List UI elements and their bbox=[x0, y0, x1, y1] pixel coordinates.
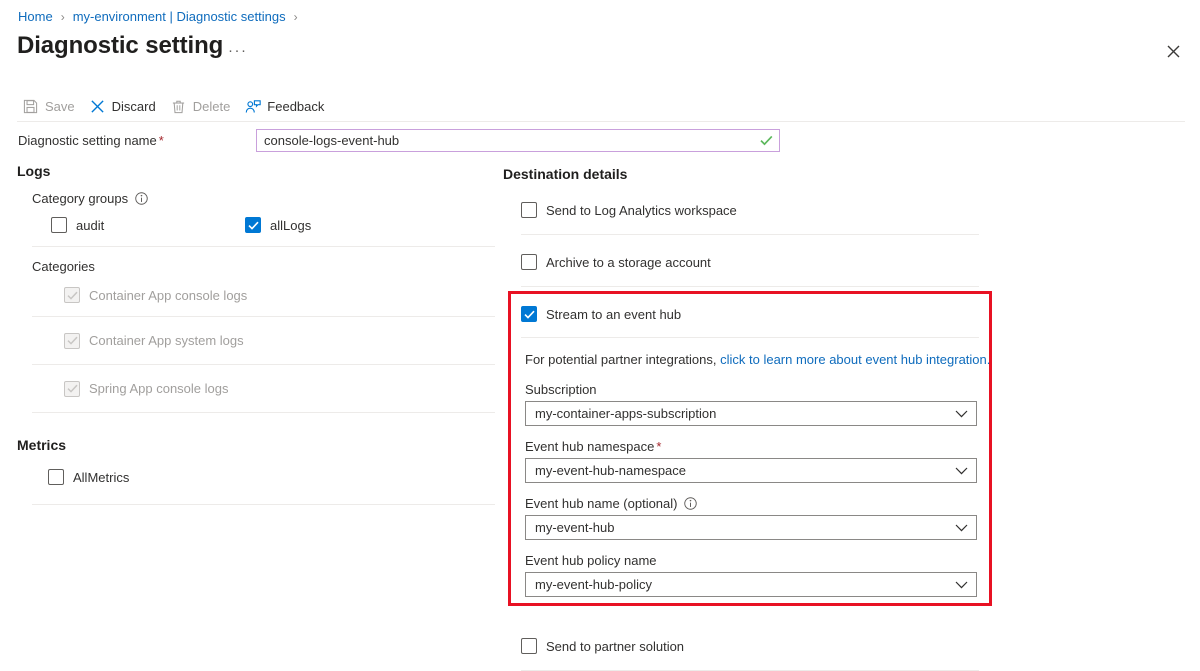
alllogs-label: allLogs bbox=[270, 217, 312, 233]
container-app-console-logs-label: Container App console logs bbox=[89, 287, 248, 303]
info-icon[interactable] bbox=[683, 497, 697, 511]
chevron-down-icon bbox=[955, 467, 968, 475]
checkmark-icon bbox=[760, 135, 773, 146]
allmetrics-label: AllMetrics bbox=[73, 469, 130, 485]
container-app-system-logs-checkbox bbox=[64, 332, 80, 349]
checkbox-container-app-system-logs: Container App system logs bbox=[64, 317, 495, 364]
partner-integration-note: For potential partner integrations, clic… bbox=[525, 352, 993, 367]
field-event-hub-policy-name: Event hub policy name my-event-hub-polic… bbox=[525, 553, 993, 597]
container-app-console-logs-checkbox bbox=[64, 287, 80, 303]
category-groups-label: Category groups bbox=[32, 191, 495, 206]
page-title: Diagnostic setting bbox=[17, 32, 224, 59]
command-bar-divider bbox=[17, 121, 1185, 122]
close-icon[interactable] bbox=[1160, 38, 1186, 64]
checkbox-spring-app-console-logs: Spring App console logs bbox=[64, 365, 495, 412]
divider bbox=[521, 337, 979, 338]
container-app-system-logs-label: Container App system logs bbox=[89, 333, 244, 348]
allmetrics-checkbox[interactable] bbox=[48, 469, 64, 485]
storage-account-label: Archive to a storage account bbox=[546, 254, 711, 270]
subscription-dropdown[interactable]: my-container-apps-subscription bbox=[525, 401, 977, 426]
alllogs-checkbox[interactable] bbox=[245, 217, 261, 233]
command-bar: Save Discard Delete Feedback bbox=[0, 93, 1200, 120]
divider bbox=[32, 504, 495, 505]
spring-app-console-logs-checkbox bbox=[64, 380, 80, 397]
event-hub-name-value: my-event-hub bbox=[535, 520, 615, 535]
field-event-hub-namespace: Event hub namespace * my-event-hub-namesp… bbox=[525, 439, 993, 483]
logs-metrics-column: Logs Category groups audit allLogs Categ… bbox=[17, 163, 495, 505]
event-hub-policy-name-dropdown[interactable]: my-event-hub-policy bbox=[525, 572, 977, 597]
checkbox-partner-solution[interactable]: Send to partner solution bbox=[521, 630, 993, 662]
event-hub-namespace-value: my-event-hub-namespace bbox=[535, 463, 687, 478]
event-hub-namespace-dropdown[interactable]: my-event-hub-namespace bbox=[525, 458, 977, 483]
log-analytics-label: Send to Log Analytics workspace bbox=[546, 202, 737, 218]
breadcrumb-separator-icon: › bbox=[293, 9, 298, 24]
required-marker: * bbox=[656, 439, 662, 454]
audit-label: audit bbox=[76, 217, 105, 233]
partner-note-text: For potential partner integrations, bbox=[525, 352, 721, 367]
divider bbox=[32, 246, 495, 247]
field-event-hub-name: Event hub name (optional) my-event-hub bbox=[525, 496, 993, 540]
checkbox-container-app-console-logs: Container App console logs bbox=[64, 274, 495, 316]
category-groups-row: audit allLogs bbox=[51, 208, 495, 242]
discard-label: Discard bbox=[111, 99, 156, 114]
checkbox-alllogs[interactable]: allLogs bbox=[245, 208, 311, 242]
logs-section-title: Logs bbox=[17, 163, 51, 179]
stream-event-hub-label: Stream to an event hub bbox=[546, 306, 682, 322]
spring-app-console-logs-label: Spring App console logs bbox=[89, 381, 229, 396]
feedback-button[interactable]: Feedback bbox=[244, 93, 324, 120]
diagnostic-setting-name-value[interactable] bbox=[264, 133, 760, 148]
audit-checkbox[interactable] bbox=[51, 217, 67, 233]
stream-event-hub-checkbox[interactable] bbox=[521, 306, 537, 322]
feedback-icon bbox=[244, 98, 261, 115]
more-options-button[interactable]: ··· bbox=[228, 42, 248, 59]
event-hub-integration-link[interactable]: click to learn more about event hub inte… bbox=[720, 352, 990, 367]
diagnostic-setting-name-label: Diagnostic setting name * bbox=[18, 133, 164, 148]
partner-solution-label: Send to partner solution bbox=[546, 638, 685, 654]
divider bbox=[521, 286, 979, 287]
subscription-label: Subscription bbox=[525, 382, 597, 397]
checkbox-stream-event-hub[interactable]: Stream to an event hub bbox=[521, 298, 993, 330]
breadcrumb-item-environment[interactable]: my-environment | Diagnostic settings bbox=[73, 9, 286, 24]
chevron-down-icon bbox=[955, 581, 968, 589]
chevron-down-icon bbox=[955, 410, 968, 418]
partner-solution-checkbox[interactable] bbox=[521, 638, 537, 654]
save-button: Save bbox=[22, 93, 75, 120]
divider bbox=[32, 412, 495, 413]
checkbox-audit[interactable]: audit bbox=[51, 208, 245, 242]
save-icon bbox=[22, 98, 39, 115]
delete-label: Delete bbox=[192, 99, 231, 114]
stream-to-event-hub-section: Stream to an event hub For potential par… bbox=[503, 298, 993, 597]
checkbox-storage-account[interactable]: Archive to a storage account bbox=[521, 246, 993, 278]
divider bbox=[521, 234, 979, 235]
breadcrumb-item-home[interactable]: Home bbox=[18, 9, 53, 24]
event-hub-namespace-label: Event hub namespace * bbox=[525, 439, 662, 454]
metrics-section-title: Metrics bbox=[17, 437, 67, 453]
subscription-value: my-container-apps-subscription bbox=[535, 406, 717, 421]
diagnostic-setting-name-input[interactable] bbox=[256, 129, 780, 152]
breadcrumb-separator-icon: › bbox=[60, 9, 65, 24]
delete-button: Delete bbox=[170, 93, 231, 120]
categories-label: Categories bbox=[32, 259, 95, 274]
chevron-down-icon bbox=[955, 524, 968, 532]
info-icon[interactable] bbox=[134, 192, 148, 206]
checkbox-allmetrics[interactable]: AllMetrics bbox=[48, 461, 495, 493]
field-subscription: Subscription my-container-apps-subscript… bbox=[525, 382, 993, 426]
event-hub-name-label: Event hub name (optional) bbox=[525, 496, 993, 511]
event-hub-policy-name-value: my-event-hub-policy bbox=[535, 577, 653, 592]
destination-details-title: Destination details bbox=[503, 166, 628, 182]
storage-account-checkbox[interactable] bbox=[521, 254, 537, 270]
delete-icon bbox=[170, 98, 187, 115]
breadcrumb: Home › my-environment | Diagnostic setti… bbox=[18, 9, 306, 24]
checkbox-log-analytics[interactable]: Send to Log Analytics workspace bbox=[521, 194, 993, 226]
save-label: Save bbox=[45, 99, 75, 114]
log-analytics-checkbox[interactable] bbox=[521, 202, 537, 218]
feedback-label: Feedback bbox=[267, 99, 325, 114]
event-hub-name-dropdown[interactable]: my-event-hub bbox=[525, 515, 977, 540]
destination-details-column: Destination details Send to Log Analytic… bbox=[503, 166, 993, 671]
discard-icon bbox=[89, 98, 106, 115]
event-hub-policy-name-label: Event hub policy name bbox=[525, 553, 657, 568]
discard-button[interactable]: Discard bbox=[89, 93, 156, 120]
required-marker: * bbox=[158, 133, 164, 148]
